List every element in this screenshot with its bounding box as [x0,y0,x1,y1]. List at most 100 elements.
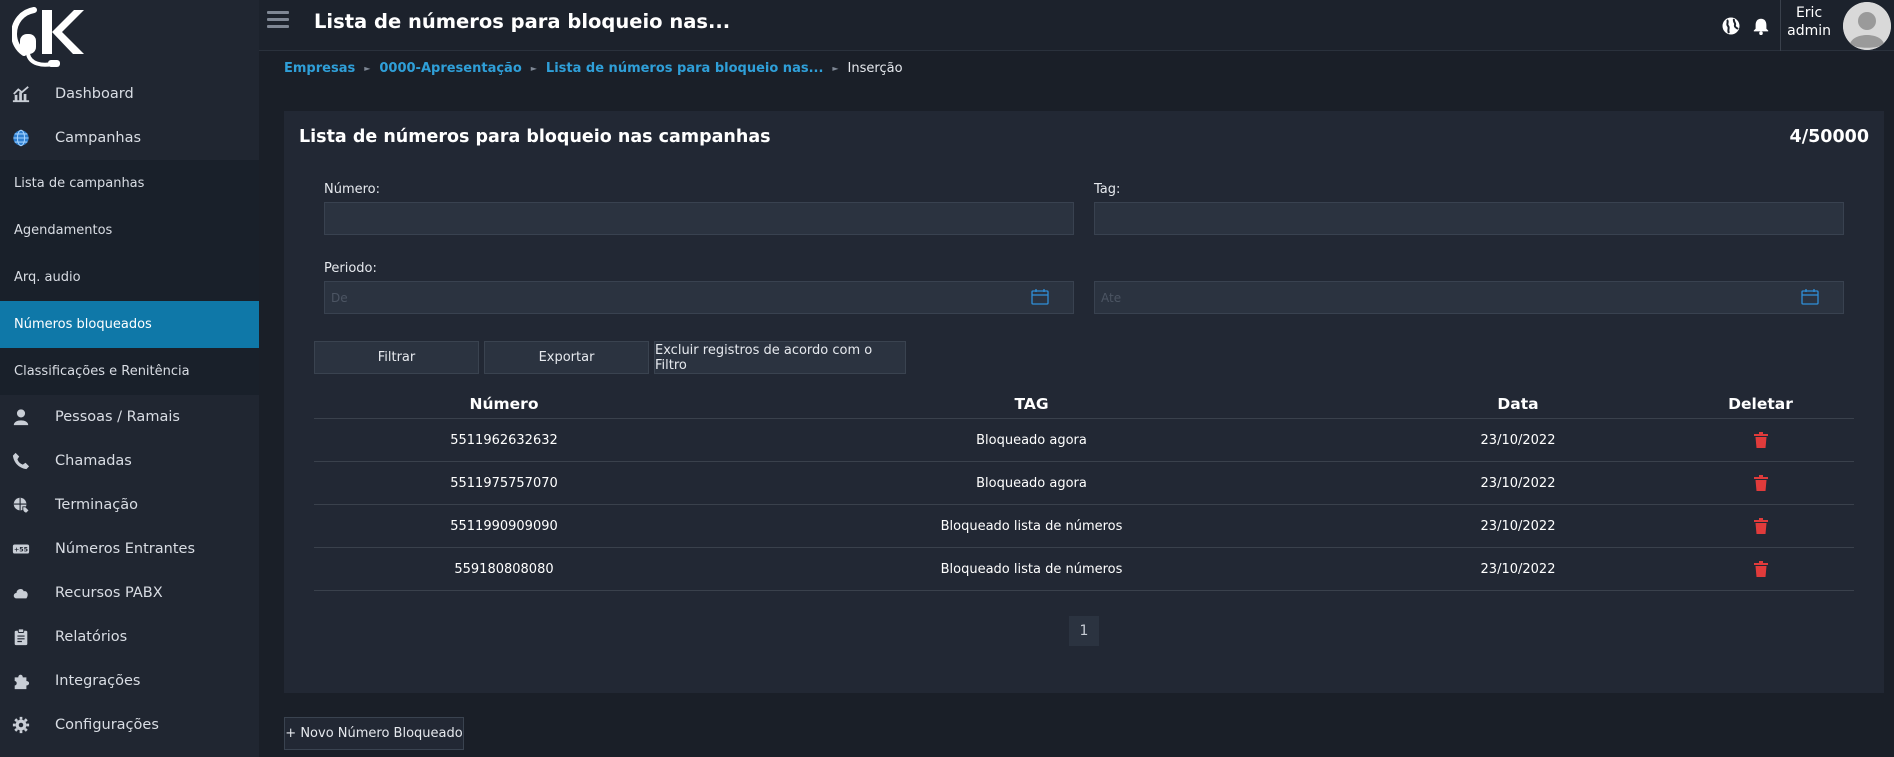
date-to-input[interactable] [1094,281,1844,314]
breadcrumb-link-lista[interactable]: Lista de números para bloqueio nas... [546,61,823,76]
cell-numero: 5511990909090 [450,518,558,534]
top-bar: Lista de números para bloqueio nas... Er… [259,0,1894,51]
sidebar-nav: Dashboard Campanhas Lista de campanhas A… [0,72,259,747]
phone-icon [11,451,31,471]
sidebar-item-campanhas[interactable]: Campanhas [0,116,259,160]
cell-deletar [1667,518,1854,534]
sidebar-item-integracoes[interactable]: Integrações [0,659,259,703]
column-header-numero[interactable]: Número [314,395,694,413]
submenu-item-classificacoes[interactable]: Classificações e Renitência [0,348,259,395]
top-right-area: Eric admin [1720,0,1894,51]
periodo-label: Periodo: [324,261,377,276]
blocked-numbers-table: Número TAG Data Deletar 5511962632632 Bl… [314,389,1854,591]
cell-data: 23/10/2022 [1480,561,1556,577]
column-header-deletar: Deletar [1728,394,1793,413]
table-row: 559180808080 Bloqueado lista de números … [314,548,1854,591]
trash-icon[interactable] [1753,432,1768,448]
date-from-input[interactable] [324,281,1074,314]
delete-filtered-button[interactable]: Excluir registros de acordo com o Filtro [654,341,906,374]
new-blocked-number-button[interactable]: + Novo Número Bloqueado [284,717,464,750]
sidebar-item-terminacao[interactable]: Terminação [0,483,259,527]
pagination-page-button[interactable]: 1 [1069,616,1099,646]
sidebar-item-label: Dashboard [55,86,134,102]
svg-text:+55: +55 [14,547,28,554]
sidebar-item-label: Números Entrantes [55,541,195,557]
trash-icon[interactable] [1753,518,1768,534]
submenu-item-arq-audio[interactable]: Arq. audio [0,254,259,301]
sidebar-item-label: Configurações [55,717,159,733]
tag-label: Tag: [1094,182,1121,197]
sidebar-item-label: Relatórios [55,629,128,645]
page-title: Lista de números para bloqueio nas... [314,10,731,33]
avatar[interactable] [1843,1,1891,50]
cell-data: 23/10/2022 [1480,518,1556,534]
sidebar-item-dashboard[interactable]: Dashboard [0,72,259,116]
gear-icon [11,715,31,735]
submenu-item-agendamentos[interactable]: Agendamentos [0,207,259,254]
campanhas-submenu: Lista de campanhas Agendamentos Arq. aud… [0,160,259,395]
cell-deletar [1667,561,1854,577]
cell-tag: Bloqueado lista de números [940,518,1123,534]
cell-data: 23/10/2022 [1480,475,1556,491]
user-icon [11,407,31,427]
trash-icon[interactable] [1753,475,1768,491]
sidebar-item-relatorios[interactable]: Relatórios [0,615,259,659]
user-info[interactable]: Eric admin [1780,0,1837,51]
trash-icon[interactable] [1753,561,1768,577]
sidebar-item-recursos-pabx[interactable]: Recursos PABX [0,571,259,615]
table-row: 5511990909090 Bloqueado lista de números… [314,505,1854,548]
cell-data: 23/10/2022 [1480,432,1556,448]
cell-deletar [1667,432,1854,448]
globe-icon[interactable] [1720,15,1742,37]
cell-numero: 5511975757070 [450,475,558,491]
export-button[interactable]: Exportar [484,341,649,374]
hamburger-menu-icon[interactable] [267,11,289,31]
table-header: Número TAG Data Deletar [314,389,1854,419]
submenu-item-lista-campanhas[interactable]: Lista de campanhas [0,160,259,207]
sidebar-item-chamadas[interactable]: Chamadas [0,439,259,483]
bell-icon[interactable] [1750,15,1772,37]
blocked-numbers-card: Lista de números para bloqueio nas campa… [284,111,1884,693]
cell-numero: 559180808080 [454,561,554,577]
cell-tag: Bloqueado agora [976,475,1087,491]
sidebar-item-label: Chamadas [55,453,132,469]
sidebar: Dashboard Campanhas Lista de campanhas A… [0,0,259,757]
sidebar-item-label: Integrações [55,673,141,689]
chart-icon [11,84,31,104]
numero-input[interactable] [324,202,1074,235]
submenu-item-numeros-bloqueados[interactable]: Números bloqueados [0,301,259,348]
table-row: 5511975757070 Bloqueado agora 23/10/2022 [314,462,1854,505]
sidebar-item-label: Terminação [55,497,138,513]
puzzle-icon [11,671,31,691]
sidebar-item-label: Recursos PABX [55,585,163,601]
sidebar-item-pessoas-ramais[interactable]: Pessoas / Ramais [0,395,259,439]
calendar-icon[interactable] [1801,289,1819,305]
user-name: Eric [1795,5,1823,21]
table-row: 5511962632632 Bloqueado agora 23/10/2022 [314,419,1854,462]
filter-button[interactable]: Filtrar [314,341,479,374]
cell-deletar [1667,475,1854,491]
column-header-data[interactable]: Data [1369,395,1667,413]
breadcrumb-separator-icon: ► [530,64,537,73]
tag-input[interactable] [1094,202,1844,235]
breadcrumb: Empresas ► 0000-Apresentação ► Lista de … [284,61,903,76]
user-role: admin [1787,23,1831,39]
cell-tag: Bloqueado agora [976,432,1087,448]
clipboard-icon [11,627,31,647]
globe-icon [11,128,31,148]
cell-numero: 5511962632632 [450,432,558,448]
globe-phone-icon [11,495,31,515]
breadcrumb-separator-icon: ► [832,64,839,73]
column-header-tag[interactable]: TAG [694,395,1369,413]
sidebar-item-label: Pessoas / Ramais [55,409,180,425]
calendar-icon[interactable] [1031,289,1049,305]
sidebar-item-configuracoes[interactable]: Configurações [0,703,259,747]
numero-label: Número: [324,182,381,197]
breadcrumb-link-empresas[interactable]: Empresas [284,61,355,76]
cloud-icon [11,583,31,603]
number-badge-icon: +55 [11,539,31,559]
sidebar-item-label: Campanhas [55,130,142,146]
sidebar-item-numeros-entrantes[interactable]: +55 Números Entrantes [0,527,259,571]
breadcrumb-link-empresa[interactable]: 0000-Apresentação [379,61,521,76]
app-logo[interactable] [10,6,84,70]
